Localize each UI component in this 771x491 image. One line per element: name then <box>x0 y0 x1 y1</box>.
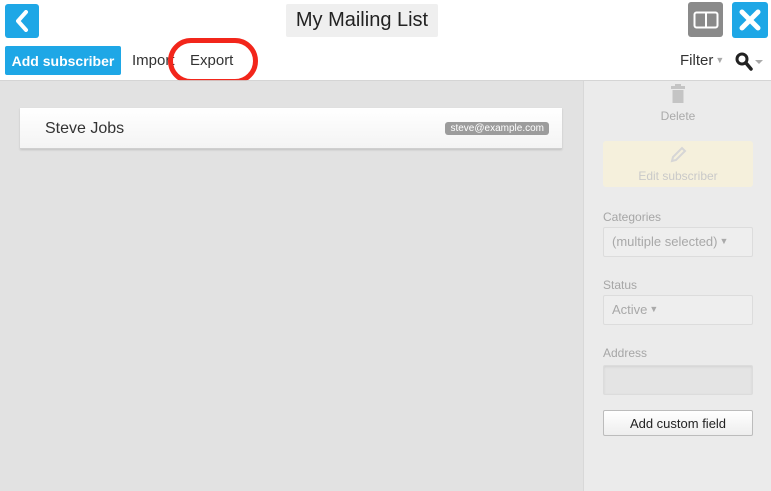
highlight-annotation <box>168 38 258 84</box>
filter-dropdown[interactable]: Filter ▼ <box>680 52 724 69</box>
split-view-icon <box>693 11 718 28</box>
chevron-left-icon <box>16 10 28 32</box>
caret-down-icon: ▼ <box>649 304 659 314</box>
status-label: Status <box>603 278 638 292</box>
subscriber-name: Steve Jobs <box>45 120 125 137</box>
trash-icon <box>671 84 685 103</box>
back-button[interactable] <box>5 4 39 38</box>
close-icon <box>739 9 761 31</box>
list-item[interactable]: Steve Jobs steve@example.com <box>20 108 562 149</box>
search-button[interactable] <box>735 52 765 72</box>
add-subscriber-button[interactable]: Add subscriber <box>5 46 121 75</box>
caret-down-icon: ▼ <box>715 55 725 65</box>
add-custom-field-button[interactable]: Add custom field <box>603 410 753 436</box>
caret-down-icon: ▼ <box>719 236 729 246</box>
delete-button[interactable]: Delete <box>603 84 753 124</box>
status-value: Active <box>612 302 648 317</box>
address-input[interactable] <box>603 365 753 395</box>
pencil-icon <box>670 146 687 163</box>
categories-select[interactable]: (multiple selected) ▼ <box>603 227 753 257</box>
split-view-button[interactable] <box>688 2 723 37</box>
delete-label: Delete <box>660 109 696 123</box>
filter-label: Filter <box>680 52 714 69</box>
page-title: My Mailing List <box>286 4 438 37</box>
close-button[interactable] <box>732 2 768 38</box>
status-select[interactable]: Active ▼ <box>603 295 753 325</box>
edit-subscriber-button[interactable]: Edit subscriber <box>603 141 753 187</box>
edit-label: Edit subscriber <box>638 169 718 183</box>
subscriber-list: Steve Jobs steve@example.com <box>0 81 583 491</box>
categories-label: Categories <box>603 210 662 224</box>
search-icon <box>735 52 763 71</box>
categories-value: (multiple selected) <box>612 234 718 249</box>
address-label: Address <box>603 346 648 360</box>
email-badge: steve@example.com <box>445 122 549 135</box>
